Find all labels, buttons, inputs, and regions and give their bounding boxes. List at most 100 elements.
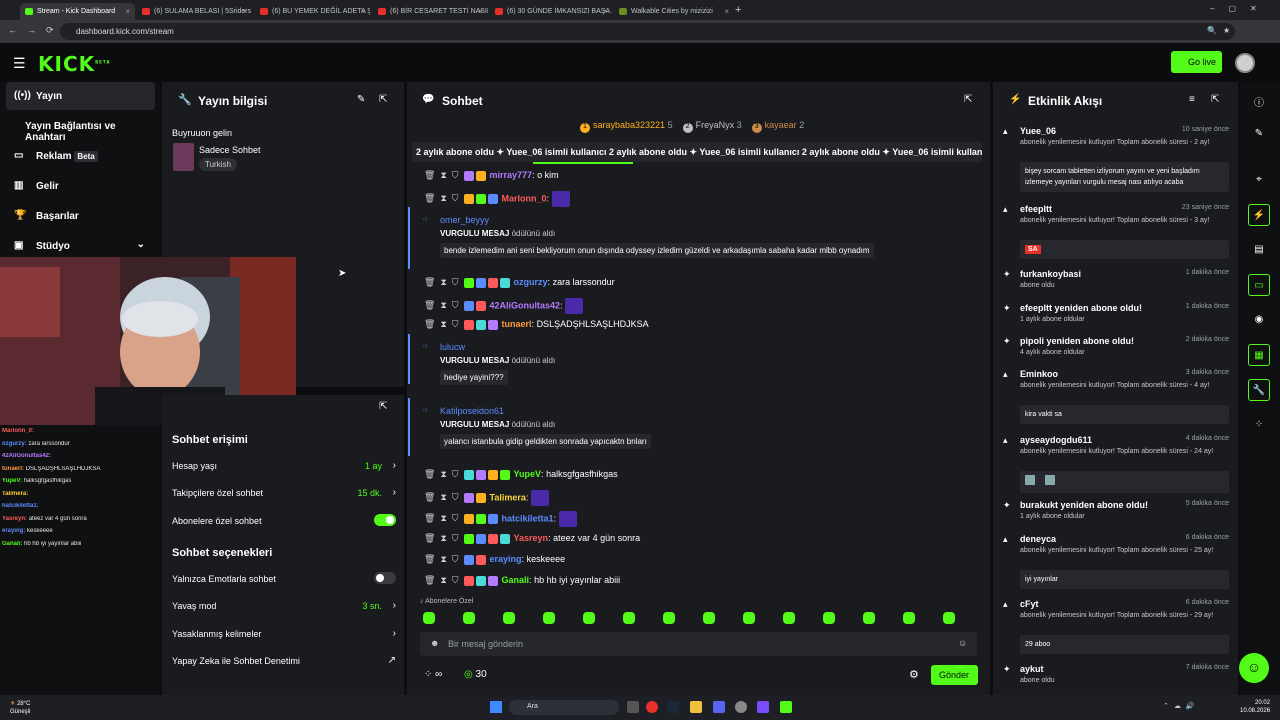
nav-item-studyo[interactable]: ▣ Stüdyo ⌄ xyxy=(6,232,155,260)
emote-icon[interactable] xyxy=(423,612,435,624)
edit-icon[interactable]: ✎ xyxy=(357,94,365,105)
emote-icon[interactable] xyxy=(583,612,595,624)
highlight-user[interactable]: omer_beyyy xyxy=(440,215,489,225)
emote-icon[interactable] xyxy=(623,612,635,624)
chat-message[interactable]: 🗑 ⧗ ⛉ ozgurzy: zara larssondur xyxy=(424,277,615,288)
emote-icon[interactable] xyxy=(903,612,915,624)
menu-icon[interactable]: ☰ xyxy=(13,55,26,72)
kick-logo[interactable]: KICKBETA xyxy=(38,52,110,76)
nav-item-reklam[interactable]: ▭ Reklam Beta xyxy=(6,142,155,170)
timeout-icon[interactable]: ⧗ xyxy=(440,492,446,502)
trash-icon[interactable]: 🗑 xyxy=(424,554,435,564)
filter-icon[interactable]: ≡ xyxy=(1189,94,1195,105)
support-button[interactable]: ☺ xyxy=(1239,653,1269,683)
emote-icon[interactable] xyxy=(783,612,795,624)
highlight-user[interactable]: Katilposeidon61 xyxy=(440,406,504,416)
kick-points[interactable]: ◎ 30 xyxy=(464,669,487,680)
chat-message[interactable]: 🗑 ⧗ ⛉ tunaerl: DSLŞADŞHLSAŞLHDJKSA xyxy=(424,319,649,330)
nav-item-stream-key[interactable]: Yayın Bağlantısı ve Anahtarı xyxy=(6,112,155,143)
edit-icon[interactable]: ✎ xyxy=(1248,123,1270,145)
nav-item-yayin[interactable]: ((•)) Yayın xyxy=(6,82,155,110)
timeout-icon[interactable]: ⧗ xyxy=(440,575,446,585)
trash-icon[interactable]: 🗑 xyxy=(424,533,435,543)
setting-subs-only[interactable]: Abonelere özel sohbet xyxy=(172,514,396,526)
chat-message[interactable]: 🗑 ⧗ ⛉ Talimera: xyxy=(424,490,549,506)
emote-icon[interactable] xyxy=(543,612,555,624)
chat-username[interactable]: hatcikiletta1 xyxy=(502,513,554,523)
chat-username[interactable]: Ganali xyxy=(502,575,530,585)
document-icon[interactable]: ▤ xyxy=(1248,239,1270,261)
emote-icon[interactable] xyxy=(743,612,755,624)
browser-tab[interactable]: Walkable Cities by mizizizi × xyxy=(614,3,734,20)
send-button[interactable]: Gönder xyxy=(931,665,978,685)
chat-username[interactable]: tunaerl xyxy=(502,319,532,329)
trash-icon[interactable]: 🗑 xyxy=(424,575,435,585)
ban-icon[interactable]: ⛉ xyxy=(452,533,459,543)
chat-username[interactable]: ozgurzy xyxy=(514,277,548,287)
obs-icon[interactable] xyxy=(735,701,747,713)
close-tab-icon[interactable]: × xyxy=(478,7,483,16)
info-icon[interactable]: ⓘ xyxy=(1248,89,1270,111)
browser-tab[interactable]: (6) 30 GÜNDE İMKANSIZI BAŞA... × xyxy=(490,3,612,20)
close-tab-icon[interactable]: × xyxy=(360,7,365,16)
ban-icon[interactable]: ⛉ xyxy=(452,193,459,203)
ban-icon[interactable]: ⛉ xyxy=(452,575,459,585)
chat-username[interactable]: mirray777 xyxy=(490,170,533,180)
taskview-icon[interactable] xyxy=(627,701,639,713)
close-tab-icon[interactable]: × xyxy=(602,7,607,16)
setting-followers-only[interactable]: Takipçilere özel sohbet 15 dk. › xyxy=(172,487,396,498)
chat-message[interactable]: 🗑 ⧗ ⛉ Marlonn_0: xyxy=(424,191,570,207)
popout-icon[interactable]: ⇱ xyxy=(1211,94,1219,105)
url-field[interactable]: dashboard.kick.com/stream xyxy=(60,23,1235,40)
leader-entry[interactable]: 3 kayaear 2 xyxy=(751,120,804,133)
popout-icon[interactable]: ⇱ xyxy=(964,94,972,105)
avatar[interactable] xyxy=(1235,53,1255,73)
chat-message[interactable]: 🗑 ⧗ ⛉ eraying: keskeeee xyxy=(424,554,565,565)
chat-icon[interactable]: ▭ xyxy=(1248,274,1270,296)
discord-icon[interactable] xyxy=(713,701,725,713)
bolt-icon[interactable]: ⚡ xyxy=(1248,204,1270,226)
trash-icon[interactable]: 🗑 xyxy=(424,492,435,502)
highlighted-message[interactable]: ⁘ Katilposeidon61 VURGULU MESAJ ödülünü al… xyxy=(408,398,983,456)
dots-icon[interactable]: ⁘ xyxy=(1248,414,1270,436)
chat-message[interactable]: 🗑 ⧗ ⛉ mirray777: o kim xyxy=(424,170,559,181)
popout-icon[interactable]: ⇱ xyxy=(379,401,387,412)
trash-icon[interactable]: 🗑 xyxy=(424,513,435,523)
weather-widget[interactable]: ☀ 28°C Güneşli xyxy=(10,700,30,716)
emote-icon[interactable] xyxy=(503,612,515,624)
trash-icon[interactable]: 🗑 xyxy=(424,193,435,203)
highlighted-message[interactable]: ⁘ omer_beyyy VURGULU MESAJ ödülünü aldı ben… xyxy=(408,207,983,269)
leader-entry[interactable]: 1 saraybaba323221 5 xyxy=(580,120,673,133)
chat-message[interactable]: 🗑 ⧗ ⛉ Ganali: hb hb iyi yayınlar abiii xyxy=(424,575,620,586)
browser-toolbar-icons[interactable]: 🔍★ xyxy=(1207,26,1236,35)
browser-tab[interactable]: (6) SULAMA BELASI | 5Sriders Ş...× xyxy=(137,3,252,20)
emote-icon[interactable] xyxy=(943,612,955,624)
gear-icon[interactable]: ⚙ xyxy=(909,668,919,681)
chat-username[interactable]: YupeV xyxy=(514,469,542,479)
setting-emote-only[interactable]: Yalnızca Emotlarla sohbet xyxy=(172,572,396,584)
steam-icon[interactable] xyxy=(667,701,679,713)
go-live-button[interactable]: Go live xyxy=(1171,51,1222,73)
browser-tab[interactable]: Stream - Kick Dashboard × xyxy=(20,3,135,20)
chat-message[interactable]: 🗑 ⧗ ⛉ 42AliGonultas42: xyxy=(424,298,584,314)
chat-username[interactable]: Talimera xyxy=(490,492,526,502)
ban-icon[interactable]: ⛉ xyxy=(452,469,459,479)
chrome-icon[interactable] xyxy=(646,701,658,713)
category-name[interactable]: Sadece Sohbet xyxy=(199,145,261,155)
clock[interactable]: 20:02 10.08.2026 xyxy=(1240,699,1270,715)
chat-username[interactable]: eraying xyxy=(490,554,522,564)
timeout-icon[interactable]: ⧗ xyxy=(440,300,446,310)
ban-icon[interactable]: ⛉ xyxy=(452,492,459,502)
emote-icon[interactable] xyxy=(703,612,715,624)
leader-entry[interactable]: 2 FreyaNyx 3 xyxy=(682,120,742,133)
setting-ai-moderation[interactable]: Yapay Zeka ile Sohbet Denetimi ↗ xyxy=(172,655,396,666)
browser-tab[interactable]: (6) BİR CESARET TESTİ NASIL FE...× xyxy=(373,3,488,20)
taskbar-search[interactable]: Ara xyxy=(509,700,619,715)
ban-icon[interactable]: ⛉ xyxy=(452,170,459,180)
timeout-icon[interactable]: ⧗ xyxy=(440,469,446,479)
broadcast-icon[interactable]: ◉ xyxy=(1248,309,1270,331)
points-icon[interactable]: ⁘ ∞ xyxy=(424,669,442,680)
ban-icon[interactable]: ⛉ xyxy=(452,513,459,523)
trash-icon[interactable]: 🗑 xyxy=(424,319,435,329)
close-tab-icon[interactable]: × xyxy=(724,7,729,16)
